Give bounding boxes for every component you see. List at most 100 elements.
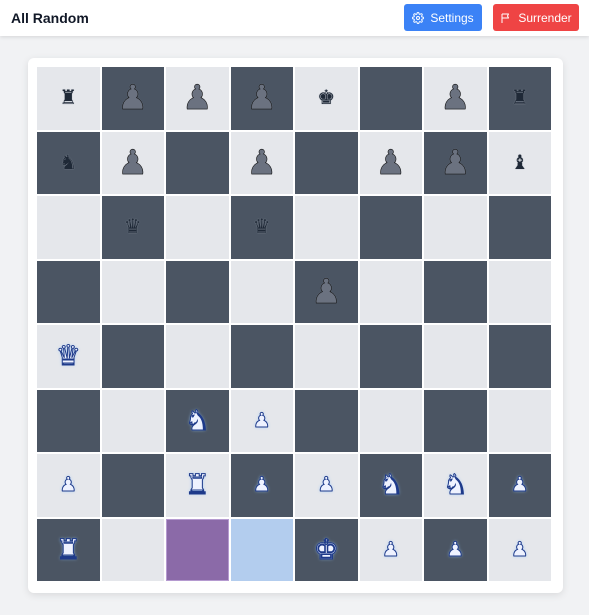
square-a5[interactable] bbox=[37, 260, 100, 323]
black-queen-icon[interactable]: ♛ bbox=[124, 217, 142, 237]
chess-board: ♜ ♟ ♟ ♟ ♚ ♟ ♜ ♞ ♟ ♟ ♟ ♟ ♝ ♛ ♛ ♟ ♛ ♞ ♟ ♟ ♜ ♟ ♟ ♞ ♞ ♟ ♜ ♚ ♟ ♟ ♟ bbox=[37, 67, 554, 584]
square-d1[interactable] bbox=[230, 518, 293, 581]
square-h4[interactable] bbox=[488, 325, 551, 388]
white-pawn-icon[interactable]: ♟ bbox=[381, 539, 400, 560]
square-a1[interactable]: ♜ bbox=[37, 518, 100, 581]
square-f7[interactable]: ♟ bbox=[359, 131, 422, 194]
square-h5[interactable] bbox=[488, 260, 551, 323]
square-b6[interactable]: ♛ bbox=[101, 196, 164, 259]
white-pawn-icon[interactable]: ♟ bbox=[510, 539, 529, 560]
white-knight-icon[interactable]: ♞ bbox=[184, 406, 210, 435]
white-pawn-icon[interactable]: ♟ bbox=[252, 410, 271, 431]
square-d6[interactable]: ♛ bbox=[230, 196, 293, 259]
square-c3[interactable]: ♞ bbox=[166, 389, 229, 452]
square-h8[interactable]: ♜ bbox=[488, 67, 551, 130]
black-pawn-icon[interactable]: ♟ bbox=[117, 81, 148, 116]
square-g3[interactable] bbox=[424, 389, 487, 452]
white-pawn-icon[interactable]: ♟ bbox=[317, 475, 336, 496]
square-e4[interactable] bbox=[295, 325, 358, 388]
square-e6[interactable] bbox=[295, 196, 358, 259]
square-d5[interactable] bbox=[230, 260, 293, 323]
black-bishop-icon[interactable]: ♝ bbox=[511, 153, 529, 173]
settings-label: Settings bbox=[430, 10, 474, 25]
square-g5[interactable] bbox=[424, 260, 487, 323]
black-pawn-icon[interactable]: ♟ bbox=[246, 145, 277, 180]
black-pawn-icon[interactable]: ♟ bbox=[182, 81, 213, 116]
square-a4[interactable]: ♛ bbox=[37, 325, 100, 388]
square-f5[interactable] bbox=[359, 260, 422, 323]
white-pawn-icon[interactable]: ♟ bbox=[252, 475, 271, 496]
square-c6[interactable] bbox=[166, 196, 229, 259]
black-pawn-icon[interactable]: ♟ bbox=[311, 274, 342, 309]
surrender-label: Surrender bbox=[518, 10, 572, 25]
black-rook-icon[interactable]: ♜ bbox=[511, 88, 529, 108]
square-d4[interactable] bbox=[230, 325, 293, 388]
square-b3[interactable] bbox=[101, 389, 164, 452]
white-rook-icon[interactable]: ♜ bbox=[55, 535, 81, 564]
square-c7[interactable] bbox=[166, 131, 229, 194]
square-b2[interactable] bbox=[101, 454, 164, 517]
square-e5[interactable]: ♟ bbox=[295, 260, 358, 323]
square-e8[interactable]: ♚ bbox=[295, 67, 358, 130]
black-knight-icon[interactable]: ♞ bbox=[59, 153, 77, 173]
square-a6[interactable] bbox=[37, 196, 100, 259]
black-rook-icon[interactable]: ♜ bbox=[59, 88, 77, 108]
square-h3[interactable] bbox=[488, 389, 551, 452]
square-b8[interactable]: ♟ bbox=[101, 67, 164, 130]
white-knight-icon[interactable]: ♞ bbox=[378, 470, 404, 499]
square-b5[interactable] bbox=[101, 260, 164, 323]
square-e2[interactable]: ♟ bbox=[295, 454, 358, 517]
square-g6[interactable] bbox=[424, 196, 487, 259]
square-d8[interactable]: ♟ bbox=[230, 67, 293, 130]
white-knight-icon[interactable]: ♞ bbox=[442, 470, 468, 499]
square-h6[interactable] bbox=[488, 196, 551, 259]
square-f2[interactable]: ♞ bbox=[359, 454, 422, 517]
square-a2[interactable]: ♟ bbox=[37, 454, 100, 517]
square-e1[interactable]: ♚ bbox=[295, 518, 358, 581]
square-c5[interactable] bbox=[166, 260, 229, 323]
square-f4[interactable] bbox=[359, 325, 422, 388]
square-c8[interactable]: ♟ bbox=[166, 67, 229, 130]
square-b7[interactable]: ♟ bbox=[101, 131, 164, 194]
square-h2[interactable]: ♟ bbox=[488, 454, 551, 517]
square-a3[interactable] bbox=[37, 389, 100, 452]
white-queen-icon[interactable]: ♛ bbox=[55, 341, 81, 370]
square-e7[interactable] bbox=[295, 131, 358, 194]
square-e3[interactable] bbox=[295, 389, 358, 452]
square-b1[interactable] bbox=[101, 518, 164, 581]
square-f1[interactable]: ♟ bbox=[359, 518, 422, 581]
surrender-button[interactable]: Surrender bbox=[493, 4, 579, 31]
black-pawn-icon[interactable]: ♟ bbox=[246, 81, 277, 116]
white-pawn-icon[interactable]: ♟ bbox=[446, 539, 465, 560]
white-king-icon[interactable]: ♚ bbox=[313, 535, 339, 564]
square-h7[interactable]: ♝ bbox=[488, 131, 551, 194]
black-pawn-icon[interactable]: ♟ bbox=[117, 145, 148, 180]
black-queen-icon[interactable]: ♛ bbox=[253, 217, 271, 237]
square-f3[interactable] bbox=[359, 389, 422, 452]
square-d7[interactable]: ♟ bbox=[230, 131, 293, 194]
square-d3[interactable]: ♟ bbox=[230, 389, 293, 452]
black-pawn-icon[interactable]: ♟ bbox=[375, 145, 406, 180]
square-g7[interactable]: ♟ bbox=[424, 131, 487, 194]
black-pawn-icon[interactable]: ♟ bbox=[440, 81, 471, 116]
white-pawn-icon[interactable]: ♟ bbox=[510, 475, 529, 496]
square-g4[interactable] bbox=[424, 325, 487, 388]
square-f8[interactable] bbox=[359, 67, 422, 130]
square-a8[interactable]: ♜ bbox=[37, 67, 100, 130]
square-c1[interactable] bbox=[166, 518, 229, 581]
square-g1[interactable]: ♟ bbox=[424, 518, 487, 581]
black-king-icon[interactable]: ♚ bbox=[317, 88, 335, 108]
square-f6[interactable] bbox=[359, 196, 422, 259]
square-c4[interactable] bbox=[166, 325, 229, 388]
square-a7[interactable]: ♞ bbox=[37, 131, 100, 194]
white-pawn-icon[interactable]: ♟ bbox=[59, 475, 78, 496]
square-g2[interactable]: ♞ bbox=[424, 454, 487, 517]
square-g8[interactable]: ♟ bbox=[424, 67, 487, 130]
square-h1[interactable]: ♟ bbox=[488, 518, 551, 581]
settings-button[interactable]: Settings bbox=[404, 4, 482, 31]
square-b4[interactable] bbox=[101, 325, 164, 388]
white-rook-icon[interactable]: ♜ bbox=[184, 470, 210, 499]
square-c2[interactable]: ♜ bbox=[166, 454, 229, 517]
black-pawn-icon[interactable]: ♟ bbox=[440, 145, 471, 180]
square-d2[interactable]: ♟ bbox=[230, 454, 293, 517]
